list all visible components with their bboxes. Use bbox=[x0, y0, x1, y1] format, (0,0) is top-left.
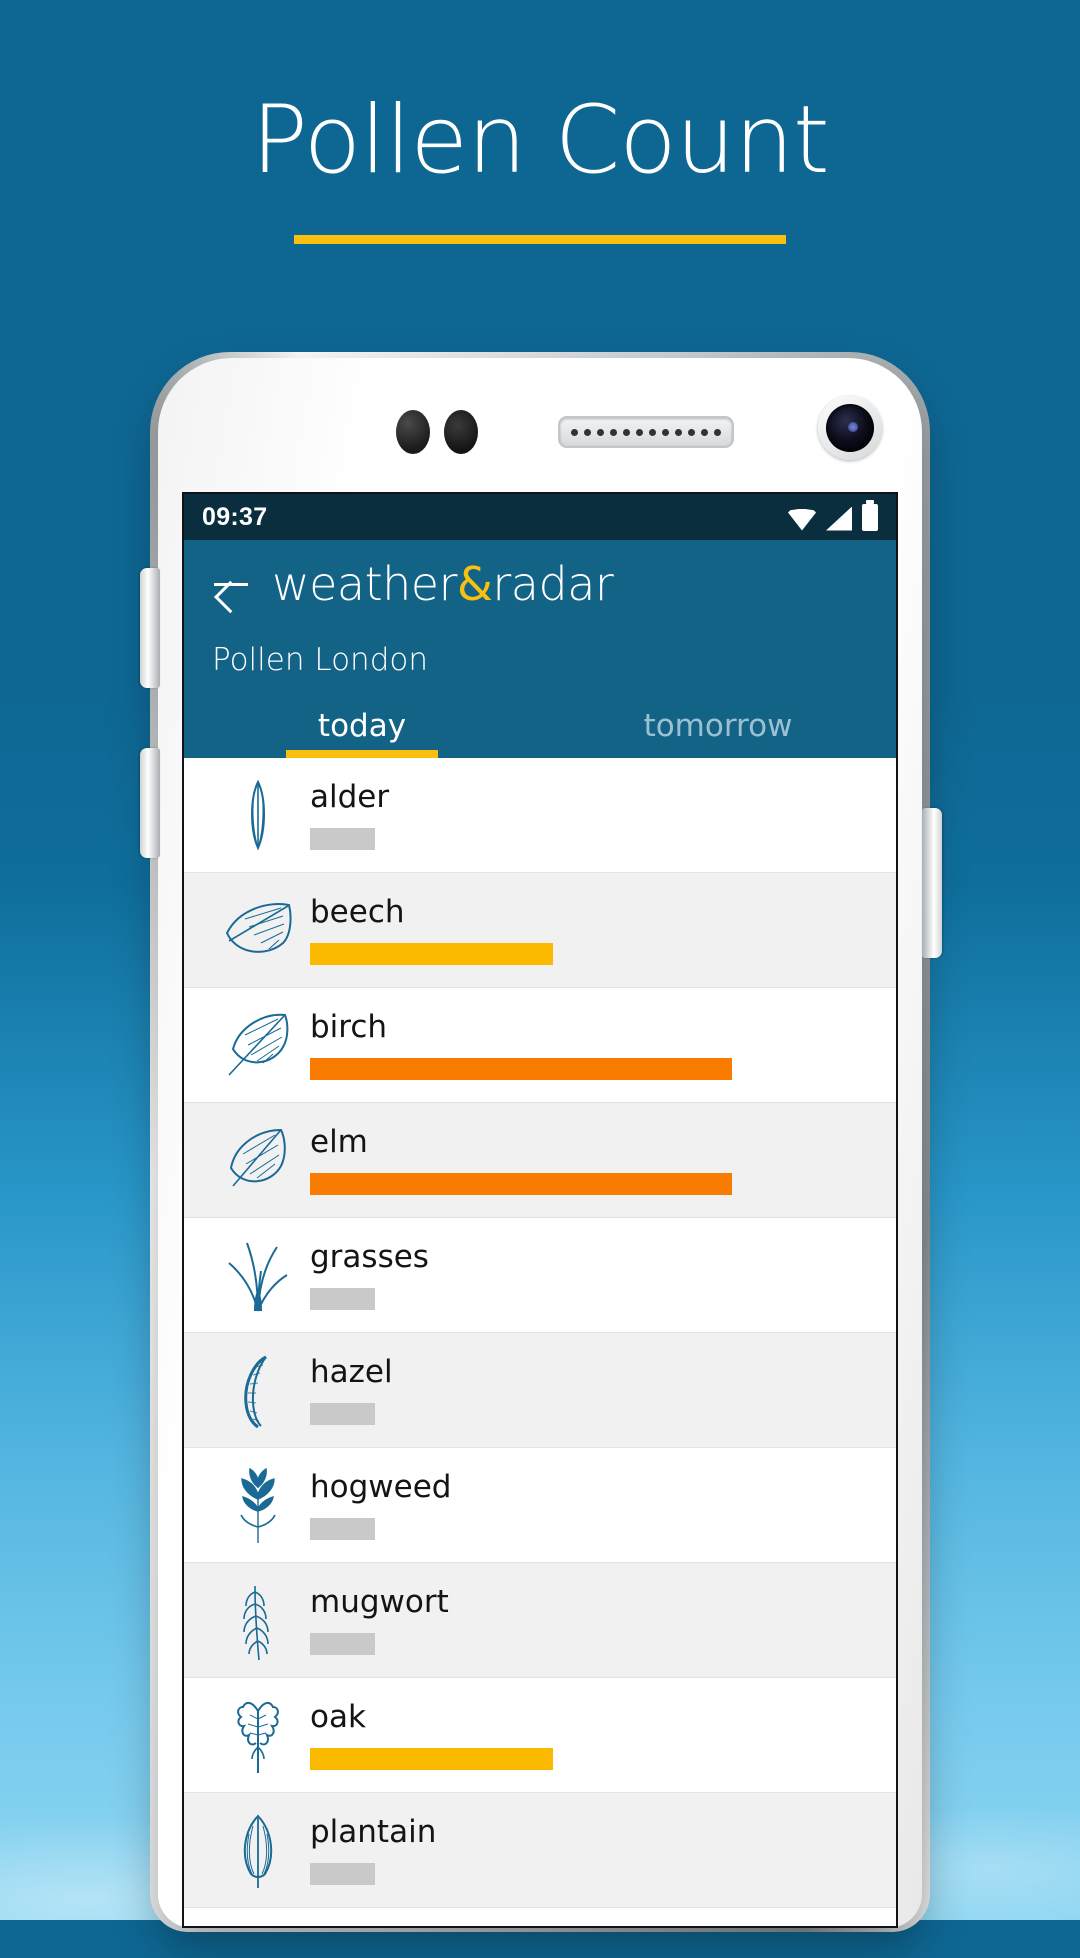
pollen-name: oak bbox=[310, 1699, 366, 1736]
pollen-name: beech bbox=[310, 894, 405, 931]
pollen-name: hogweed bbox=[310, 1469, 452, 1506]
tab-tomorrow[interactable]: tomorrow bbox=[540, 708, 896, 758]
pollen-level-bar bbox=[310, 1287, 375, 1310]
list-item-body: oak bbox=[306, 1699, 896, 1770]
light-sensor-icon bbox=[444, 410, 478, 454]
pollen-name: alder bbox=[310, 779, 390, 816]
catkin-icon bbox=[210, 778, 306, 852]
pollen-name: mugwort bbox=[310, 1584, 449, 1621]
pollen-name: birch bbox=[310, 1009, 388, 1046]
promo-header: Pollen Count bbox=[0, 86, 1080, 244]
status-bar: 09:37 bbox=[184, 494, 896, 540]
volume-down-button[interactable] bbox=[140, 748, 160, 858]
list-item[interactable]: plantain bbox=[184, 1793, 896, 1908]
list-item[interactable]: beech bbox=[184, 873, 896, 988]
battery-icon bbox=[862, 499, 878, 531]
pollen-level-bar bbox=[310, 1402, 375, 1425]
plantain-icon bbox=[210, 1810, 306, 1890]
title-underline-accent bbox=[294, 234, 786, 244]
list-item-body: beech bbox=[306, 894, 896, 965]
location-title: Pollen London bbox=[212, 642, 428, 678]
list-item-body: alder bbox=[306, 779, 896, 850]
pollen-level-bar bbox=[310, 1517, 375, 1540]
pollen-level-bar bbox=[310, 1747, 553, 1770]
oak-leaf-icon bbox=[210, 1693, 306, 1777]
hazel-catkin-icon bbox=[210, 1351, 306, 1429]
pollen-name: hazel bbox=[310, 1354, 393, 1391]
list-item[interactable]: hazel bbox=[184, 1333, 896, 1448]
status-time: 09:37 bbox=[202, 502, 268, 531]
pollen-level-bar bbox=[310, 1172, 732, 1195]
list-item-body: hazel bbox=[306, 1354, 896, 1425]
status-icons bbox=[788, 499, 878, 531]
wifi-icon bbox=[788, 508, 816, 531]
phone-screen: 09:37 weather&radar Pollen London today … bbox=[182, 492, 898, 1928]
list-item[interactable]: mugwort bbox=[184, 1563, 896, 1678]
logo-text-weather: weather bbox=[272, 557, 458, 611]
list-item[interactable]: hogweed bbox=[184, 1448, 896, 1563]
tab-today[interactable]: today bbox=[184, 708, 540, 758]
pollen-name: elm bbox=[310, 1124, 368, 1161]
list-item[interactable]: alder bbox=[184, 758, 896, 873]
signal-icon bbox=[826, 506, 852, 531]
list-item-body: plantain bbox=[306, 1814, 896, 1885]
app-bar: weather&radar bbox=[184, 540, 896, 628]
list-item-body: mugwort bbox=[306, 1584, 896, 1655]
pollen-level-bar bbox=[310, 827, 375, 850]
earpiece-speaker-icon bbox=[558, 416, 734, 448]
tab-bar: today tomorrow bbox=[184, 686, 896, 758]
proximity-sensor-icon bbox=[396, 410, 430, 454]
pollen-level-bar bbox=[310, 942, 553, 965]
pollen-level-bar bbox=[310, 1862, 375, 1885]
pollen-name: plantain bbox=[310, 1814, 437, 1851]
mugwort-icon bbox=[210, 1578, 306, 1662]
list-item-body: hogweed bbox=[306, 1469, 896, 1540]
beech-leaf-icon bbox=[210, 899, 306, 961]
birch-leaf-icon bbox=[210, 1009, 306, 1081]
page-title: Pollen Count bbox=[251, 86, 830, 195]
hogweed-icon bbox=[210, 1465, 306, 1545]
power-button[interactable] bbox=[922, 808, 942, 958]
list-item[interactable]: grasses bbox=[184, 1218, 896, 1333]
list-item[interactable]: oak bbox=[184, 1678, 896, 1793]
front-camera-icon bbox=[818, 396, 882, 460]
list-item-body: birch bbox=[306, 1009, 896, 1080]
pollen-list: alder beech birch elm grasses hazel hogw… bbox=[184, 758, 896, 1926]
pollen-level-bar bbox=[310, 1632, 375, 1655]
list-item-body: grasses bbox=[306, 1239, 896, 1310]
pollen-name: grasses bbox=[310, 1239, 429, 1276]
list-item[interactable]: poplar bbox=[184, 1908, 896, 1926]
list-item[interactable]: birch bbox=[184, 988, 896, 1103]
list-item[interactable]: elm bbox=[184, 1103, 896, 1218]
volume-up-button[interactable] bbox=[140, 568, 160, 688]
pollen-level-bar bbox=[310, 1057, 732, 1080]
grass-icon bbox=[210, 1237, 306, 1313]
list-item-body: elm bbox=[306, 1124, 896, 1195]
app-logo: weather&radar bbox=[272, 557, 614, 611]
back-arrow-icon[interactable] bbox=[210, 562, 254, 606]
phone-mockup: 09:37 weather&radar Pollen London today … bbox=[130, 352, 950, 1958]
elm-leaf-icon bbox=[210, 1126, 306, 1194]
logo-ampersand-icon: & bbox=[457, 557, 493, 611]
sub-header: Pollen London today tomorrow bbox=[184, 628, 896, 758]
logo-text-radar: radar bbox=[492, 557, 614, 611]
